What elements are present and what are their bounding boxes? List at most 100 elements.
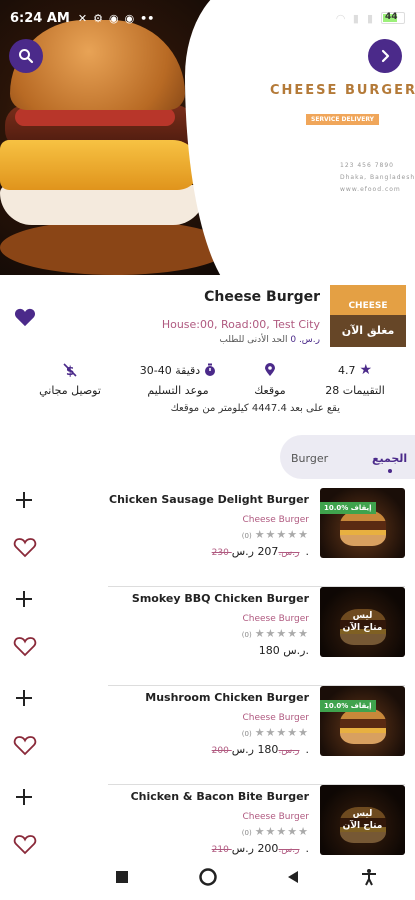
star-rating-icon: ★★★★★	[254, 726, 309, 739]
product-price: 210 ر.س.200 ر.س.	[212, 842, 309, 855]
delivery-time-label: موعد التسليم	[147, 384, 209, 397]
back-button[interactable]	[281, 865, 305, 889]
star-rating-icon: ★★★★★	[254, 825, 309, 838]
more-notifications-icon: ••	[140, 11, 155, 25]
min-order: ر.س. 0 الحد الأدنى للطلب	[219, 335, 320, 345]
star-icon: ★	[359, 362, 373, 378]
burger-bacon-image	[15, 108, 175, 126]
product-name: Chicken & Bacon Bite Burger	[130, 790, 309, 803]
restaurant-name: Cheese Burger	[204, 289, 320, 305]
search-button[interactable]	[9, 39, 43, 73]
plus-icon[interactable]	[14, 787, 34, 807]
product-category: Cheese Burger	[242, 713, 309, 723]
accessibility-button[interactable]	[357, 865, 381, 889]
product-image: ليس متاح الآن	[320, 587, 405, 657]
rating-stat: 4.7 ★ 28 التقييمات	[325, 362, 385, 397]
product-category: Cheese Burger	[242, 614, 309, 624]
app-notification-icon-2: ◉	[124, 11, 135, 25]
heart-outline-icon[interactable]	[13, 734, 37, 756]
product-item[interactable]: Smokey BBQ Chicken Burger Cheese Burger …	[0, 587, 415, 686]
star-rating-icon: ★★★★★	[254, 528, 309, 541]
discount-badge: 10.0% إيقاف	[320, 700, 376, 712]
product-item[interactable]: Chicken Sausage Delight Burger Cheese Bu…	[0, 488, 415, 587]
banner-phone: 123 456 7890	[340, 162, 394, 169]
restaurant-logo: CHEESE مغلق الآن	[330, 285, 406, 347]
product-item[interactable]: Mushroom Chicken Burger Cheese Burger (0…	[0, 686, 415, 785]
review-count: (0)	[241, 829, 252, 837]
closed-now-overlay: مغلق الآن	[330, 315, 406, 347]
product-image: ليس متاح الآن	[320, 785, 405, 855]
search-icon	[19, 49, 34, 64]
free-delivery-label: توصيل مجاني	[39, 384, 101, 397]
system-nav-bar	[0, 855, 415, 900]
delivery-time-value: 30-40 دقيقة	[139, 363, 201, 377]
free-delivery-stat: $ توصيل مجاني	[35, 362, 105, 397]
plus-icon[interactable]	[14, 490, 34, 510]
settings-icon: ⚙	[93, 11, 103, 25]
product-rating: (0) ★★★★★	[242, 528, 309, 541]
status-time: 6:24 AM	[10, 10, 70, 26]
banner-contact-info: 123 456 7890 Dhaka, Bangladesh www.efood…	[340, 160, 415, 196]
battery-icon: 44	[381, 12, 405, 24]
delivery-time-stat: 30-40 دقيقة موعد التسليم	[128, 362, 228, 397]
status-right: ◠ ▮ ▮ 44	[336, 12, 405, 25]
discount-badge: 10.0% إيقاف	[320, 502, 376, 514]
plus-icon[interactable]	[14, 589, 34, 609]
product-price: 180 ر.س.	[259, 644, 309, 657]
product-price: 230 ر.س.207 ر.س.	[212, 545, 309, 558]
chevron-right-icon	[381, 49, 390, 63]
product-name: Chicken Sausage Delight Burger	[109, 493, 309, 506]
distance-text: يقع على بعد 4447.4 كيلومتر من موقعك	[170, 403, 340, 414]
accessibility-icon	[362, 869, 376, 886]
status-bar: 6:24 AM ✕ ⚙ ◉ ◉ •• ◠ ▮ ▮ 44	[0, 0, 415, 36]
rating-label: 28 التقييمات	[325, 384, 385, 397]
location-label: موقعك	[254, 384, 286, 397]
location-pin-icon	[265, 363, 275, 376]
plus-icon[interactable]	[14, 688, 34, 708]
battery-level: 44	[385, 12, 398, 22]
product-price: 200 ر.س.180 ر.س.	[212, 743, 309, 756]
min-order-value: ر.س. 0	[290, 335, 320, 345]
product-rating: (0) ★★★★★	[242, 726, 309, 739]
mute-icon: ✕	[77, 11, 88, 25]
not-available-overlay: ليس متاح الآن	[320, 587, 405, 657]
banner-city: Dhaka, Bangladesh	[340, 174, 415, 181]
signal-icon: ▮	[352, 11, 359, 25]
banner-delivery-tag: SERVICE DELIVERY	[306, 114, 380, 125]
timer-icon	[205, 363, 216, 376]
burger-cheese-image	[0, 140, 200, 190]
min-order-label: الحد الأدنى للطلب	[219, 335, 288, 345]
restaurant-address: House:00, Road:00, Test City	[161, 318, 320, 331]
review-count: (0)	[241, 532, 252, 540]
product-name: Mushroom Chicken Burger	[145, 691, 309, 704]
current-price: 180 ر.س.	[258, 644, 309, 657]
triangle-back-icon	[288, 871, 298, 883]
restaurant-stats: 4.7 ★ 28 التقييمات موقعك 30-40 دقيقة موعد…	[0, 362, 415, 402]
hero-banner: CHEESE BURGER SERVICE DELIVERY 123 456 7…	[0, 0, 415, 275]
not-available-overlay: ليس متاح الآن	[320, 785, 405, 855]
home-button[interactable]	[196, 865, 220, 889]
tab-all[interactable]: الجميع	[372, 452, 407, 473]
forward-button[interactable]	[368, 39, 402, 73]
banner-site: www.efood.com	[340, 186, 401, 193]
rating-value: 4.7	[337, 363, 356, 377]
free-delivery-icon: $	[63, 363, 77, 377]
product-category: Cheese Burger	[242, 515, 309, 525]
star-rating-icon: ★★★★★	[254, 627, 309, 640]
product-image: 10.0% إيقاف	[320, 686, 405, 756]
product-rating: (0) ★★★★★	[242, 825, 309, 838]
heart-outline-icon[interactable]	[13, 536, 37, 558]
circle-icon	[199, 868, 217, 886]
recents-button[interactable]	[110, 865, 134, 889]
heart-outline-icon[interactable]	[13, 833, 37, 855]
heart-outline-icon[interactable]	[13, 635, 37, 657]
tab-burger[interactable]: Burger	[291, 452, 328, 465]
favorite-heart-icon[interactable]	[14, 307, 36, 327]
banner-brand-title: CHEESE BURGER	[270, 83, 415, 98]
review-count: (0)	[241, 730, 252, 738]
banner-wave-shape	[185, 0, 315, 275]
location-stat[interactable]: موقعك	[245, 362, 295, 397]
wifi-icon: ◠	[336, 11, 345, 25]
product-rating: (0) ★★★★★	[242, 627, 309, 640]
signal-icon-2: ▮	[366, 11, 373, 25]
